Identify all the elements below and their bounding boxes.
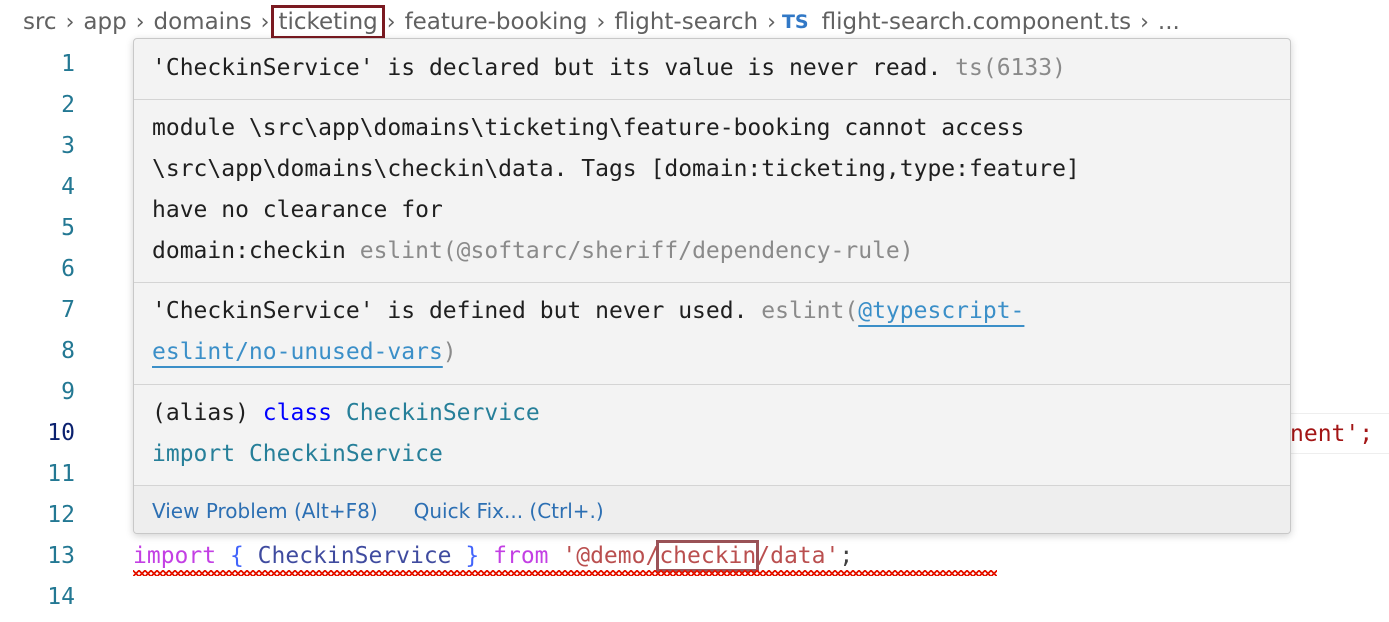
code-token-brace: } (465, 543, 480, 569)
problem-sheriff-dependency: module \src\app\domains\ticketing\featur… (134, 100, 1290, 283)
symbol-signature: (alias) class CheckinService import Chec… (134, 385, 1290, 486)
line-number: 12 (47, 502, 75, 528)
signature-class-name: CheckinService (345, 400, 540, 426)
line-number: 6 (61, 256, 75, 282)
line-number: 13 (47, 543, 75, 569)
chevron-right-icon: › (65, 9, 75, 35)
breadcrumb-item-flight-search[interactable]: flight-search (611, 9, 761, 35)
line-number-gutter: 1 2 3 4 5 6 7 8 9 10 11 12 13 14 (0, 44, 110, 618)
chevron-right-icon: › (596, 9, 606, 35)
rule-link[interactable]: eslint/no-unused-vars (152, 339, 443, 365)
chevron-right-icon: › (260, 9, 270, 35)
line-number: 1 (61, 51, 75, 77)
line-number-active: 10 (47, 420, 75, 446)
problem-source-suffix: ) (442, 339, 457, 365)
line-number: 11 (47, 461, 75, 487)
breadcrumb-item-ticketing[interactable]: ticketing (271, 5, 385, 39)
hover-actions: View Problem (Alt+F8) Quick Fix... (Ctrl… (134, 486, 1290, 533)
breadcrumb-item-feature-booking[interactable]: feature-booking (402, 9, 591, 35)
breadcrumb-item-file[interactable]: flight-search.component.ts (819, 9, 1135, 35)
problem-ts-unused: 'CheckinService' is declared but its val… (134, 39, 1290, 100)
problem-source-prefix: eslint( (761, 298, 859, 324)
problem-eslint-unused-vars: 'CheckinService' is defined but never us… (134, 283, 1290, 385)
quick-fix-button[interactable]: Quick Fix... (Ctrl+.) (414, 499, 604, 523)
problem-message-line: module \src\app\domains\ticketing\featur… (152, 115, 1025, 141)
code-token-string: nent'; (1290, 421, 1374, 447)
signature-alias: (alias) (152, 400, 249, 426)
code-token-brace: { (229, 543, 244, 569)
line-number: 8 (61, 338, 75, 364)
code-token-identifier: CheckinService (257, 543, 452, 569)
problem-message: 'CheckinService' is declared but its val… (152, 55, 942, 81)
code-token-from: from (493, 543, 549, 569)
problem-source: eslint(@softarc/sheriff/dependency-rule) (359, 238, 914, 264)
chevron-right-icon: › (135, 9, 145, 35)
highlighted-checkin-segment: checkin (656, 540, 760, 572)
line-number: 2 (61, 92, 75, 118)
typescript-file-icon: TS (781, 11, 809, 33)
problem-source: ts(6133) (955, 55, 1066, 81)
problem-message-line: have no clearance for (152, 197, 443, 223)
line-number: 5 (61, 215, 75, 241)
chevron-right-icon: › (1140, 9, 1149, 35)
line-number: 7 (61, 297, 75, 323)
problem-message-line: domain:checkin (152, 238, 346, 264)
signature-import-keyword: import (152, 441, 236, 467)
code-token-string: /data' (756, 543, 840, 569)
signature-import-name: CheckinService (248, 441, 443, 467)
signature-class-keyword: class (262, 400, 333, 426)
view-problem-button[interactable]: View Problem (Alt+F8) (152, 499, 378, 523)
chevron-right-icon: › (386, 9, 396, 35)
breadcrumb-more[interactable]: ... (1155, 9, 1183, 35)
line-number: 4 (61, 174, 75, 200)
code-token-import: import (133, 543, 217, 569)
line-number: 9 (61, 379, 75, 405)
problem-message: 'CheckinService' is defined but never us… (152, 298, 748, 324)
breadcrumb-item-app[interactable]: app (80, 9, 129, 35)
chevron-right-icon: › (767, 9, 776, 35)
hover-tooltip: 'CheckinService' is declared but its val… (133, 38, 1291, 534)
line-number: 14 (47, 584, 75, 610)
line-number: 3 (61, 133, 75, 159)
code-token-string: '@demo/ (562, 543, 660, 569)
error-squiggle (133, 570, 997, 576)
breadcrumb-item-src[interactable]: src (20, 9, 60, 35)
breadcrumb-item-domains[interactable]: domains (151, 9, 255, 35)
code-token-semicolon: ; (839, 543, 854, 569)
problem-message-line: \src\app\domains\checkin\data. Tags [dom… (152, 156, 1080, 182)
rule-link[interactable]: @typescript- (858, 298, 1024, 324)
